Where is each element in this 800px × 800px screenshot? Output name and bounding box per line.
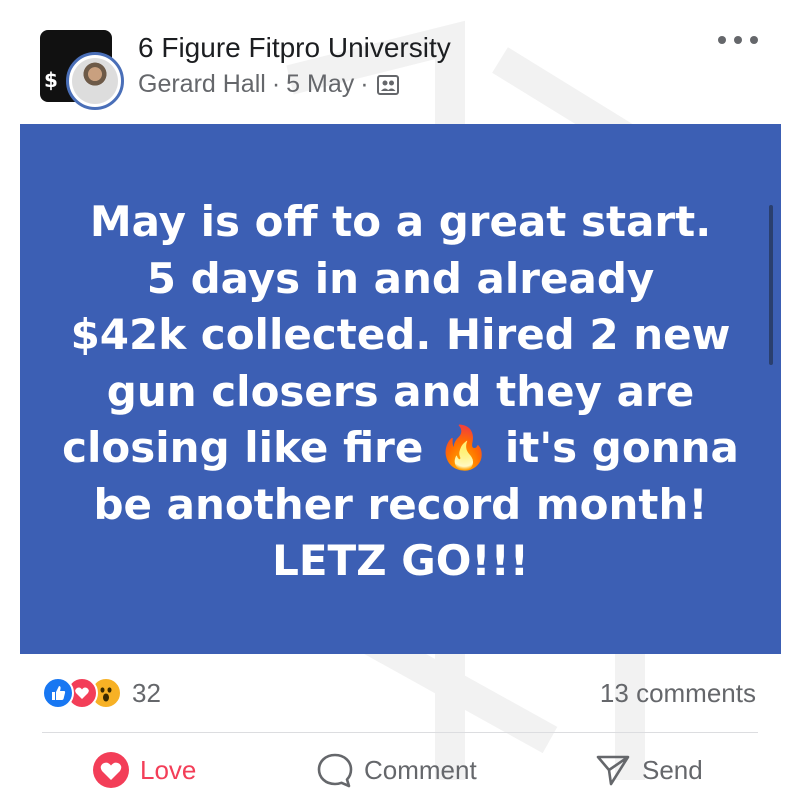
post-meta: Gerard Hall · 5 May · <box>138 70 399 99</box>
comment-label: Comment <box>364 754 477 785</box>
send-label: Send <box>642 754 703 785</box>
post-body: May is off to a great start. 5 days in a… <box>20 194 781 590</box>
comment-button[interactable]: Comment <box>316 748 477 792</box>
reaction-count: 32 <box>132 677 161 708</box>
scrollbar[interactable] <box>769 205 773 365</box>
post-text-card[interactable]: May is off to a great start. 5 days in a… <box>20 124 781 654</box>
send-button[interactable]: Send <box>594 748 703 792</box>
meta-separator: · <box>271 70 281 98</box>
dollar-icon: $ <box>44 68 58 92</box>
send-icon <box>596 755 630 786</box>
group-privacy-icon <box>376 74 399 95</box>
author-name-link[interactable]: Gerard Hall <box>138 70 266 99</box>
author-avatar[interactable] <box>66 52 124 110</box>
more-dot-icon <box>750 36 758 44</box>
post-text-line: LETZ GO!!! <box>272 536 529 585</box>
meta-separator: · <box>360 70 369 98</box>
more-options-button[interactable] <box>718 30 758 50</box>
like-icon <box>42 677 74 709</box>
divider <box>42 732 758 733</box>
more-dot-icon <box>734 36 742 44</box>
post-text-line: May is off to a great start. <box>89 197 712 246</box>
post-date[interactable]: 5 May <box>286 70 354 99</box>
action-bar: Love Comment Send <box>0 748 800 792</box>
love-button[interactable]: Love <box>92 748 196 792</box>
post-header: $ 6 Figure Fitpro University Gerard Hall… <box>0 0 800 120</box>
group-name-link[interactable]: 6 Figure Fitpro University <box>138 32 451 64</box>
post-text-line: closing like fire 🔥 it's gonna <box>62 423 739 472</box>
post-text-line: $42k collected. Hired 2 new <box>70 310 731 359</box>
love-label: Love <box>140 754 197 785</box>
reactions-summary[interactable]: 32 <box>42 676 161 710</box>
post-text-line: be another record month! <box>93 479 708 529</box>
post-text-line: gun closers and they are <box>106 366 695 416</box>
post-text-line: 5 days in and already <box>146 253 655 303</box>
love-reaction-icon <box>93 752 129 788</box>
more-dot-icon <box>718 36 726 44</box>
comment-icon <box>317 753 353 788</box>
comment-count-link[interactable]: 13 comments <box>600 678 756 709</box>
